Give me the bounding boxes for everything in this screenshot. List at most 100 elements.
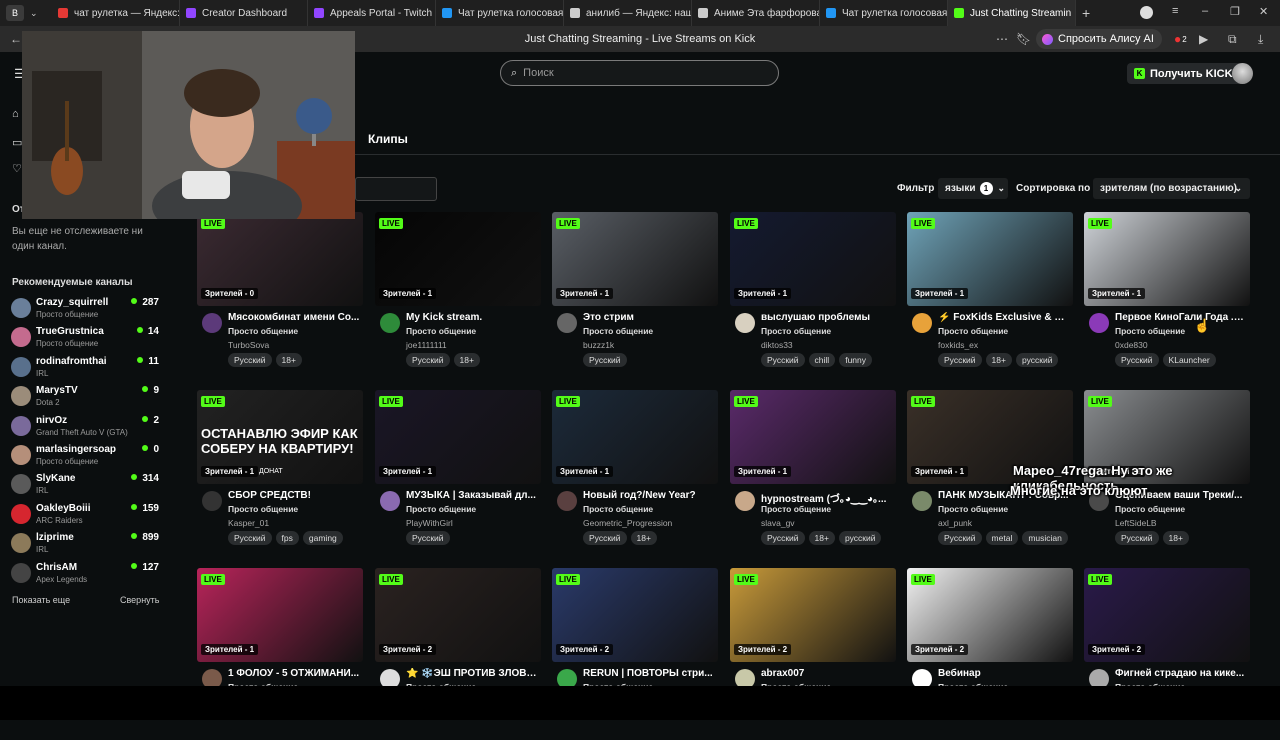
browser-tab[interactable]: анилиб — Яндекс: нашло	[564, 0, 692, 26]
avatar[interactable]	[557, 313, 577, 333]
stream-title[interactable]: МУЗЫКА | Заказывай дл...	[406, 490, 538, 501]
stream-title[interactable]: RERUN | ПОВТОРЫ стри...	[583, 668, 715, 679]
stream-category[interactable]: Просто общение	[228, 504, 298, 514]
languages-dropdown[interactable]: языки 1 ⌄	[938, 178, 1008, 199]
browse-icon[interactable]: ▭	[12, 136, 22, 149]
stream-tag[interactable]: Русский	[938, 531, 982, 545]
stream-tag[interactable]: metal	[985, 531, 1019, 545]
stream-card[interactable]: LIVE Зрителей - 1 ⚡ FoxKids Exclusive & Bo…	[907, 212, 1073, 384]
stream-tag[interactable]: Русский	[406, 353, 450, 367]
stream-tag[interactable]: Русский	[938, 353, 982, 367]
stream-username[interactable]: foxkids_ex	[938, 340, 978, 350]
stream-tag[interactable]: русский	[838, 531, 882, 545]
stream-category[interactable]: Просто общение	[583, 504, 653, 514]
avatar[interactable]	[1089, 313, 1109, 333]
more-icon[interactable]: ⋯	[996, 26, 1008, 52]
stream-title[interactable]: выслушаю проблемы	[761, 312, 893, 323]
extension-icon[interactable]: ● 2	[1174, 26, 1187, 52]
ask-alice-button[interactable]: Спросить Алису AI	[1036, 29, 1162, 49]
get-kicks-button[interactable]: K Получить KICKs	[1127, 63, 1246, 84]
browser-tab[interactable]: Чат рулетка голосовая	[436, 0, 564, 26]
stream-tag[interactable]: Русский	[228, 353, 272, 367]
stream-tag[interactable]: Русский	[228, 531, 272, 545]
stream-username[interactable]: Kasper_01	[228, 518, 269, 528]
tab-list-chevron-icon[interactable]: ⌄	[30, 8, 46, 19]
browser-tab[interactable]: Чат рулетка голосовая	[820, 0, 948, 26]
collapse-button[interactable]: Свернуть	[120, 595, 159, 605]
stream-username[interactable]: PlayWithGirl	[406, 518, 453, 528]
stream-tag[interactable]: 18+	[808, 531, 835, 545]
stream-username[interactable]: buzzz1k	[583, 340, 614, 350]
stream-title[interactable]: hypnostream (づ｡◕‿‿◕｡...	[761, 490, 893, 505]
stream-tag[interactable]: 18+	[1162, 531, 1189, 545]
stream-title[interactable]: abrax007	[761, 668, 893, 679]
stream-card[interactable]: LIVE Зрителей - 1 hypnostream (づ｡◕‿‿◕｡... П…	[730, 390, 896, 562]
profile-icon[interactable]	[1140, 6, 1153, 19]
tab-clips[interactable]: Клипы	[368, 132, 408, 146]
stream-card[interactable]: LIVE Зрителей - 1 МУЗЫКА | Заказывай дл...…	[375, 390, 541, 562]
following-icon[interactable]: ♡	[12, 162, 22, 175]
stream-category[interactable]: Просто общение	[761, 504, 831, 514]
stream-category[interactable]: Просто общение	[228, 326, 298, 336]
stream-tag[interactable]: chill	[808, 353, 836, 367]
stream-title[interactable]: СБОР СРЕДСТВ!	[228, 490, 360, 501]
stream-tag[interactable]: gaming	[302, 531, 343, 545]
stream-title[interactable]: 1 ФОЛОУ - 5 ОТЖИМАНИ...	[228, 668, 360, 679]
stream-tag[interactable]: Русский	[761, 353, 805, 367]
stream-category[interactable]: Просто общение	[406, 326, 476, 336]
stream-tag[interactable]: Русский	[583, 353, 627, 367]
browser-tab[interactable]: Just Chatting Streamin✕	[948, 0, 1076, 26]
sort-dropdown[interactable]: зрителям (по возрастанию) ⌄	[1093, 178, 1250, 199]
yandex-browser-logo[interactable]: В	[6, 5, 24, 21]
menu-icon[interactable]: ≡	[1172, 5, 1178, 17]
stream-title[interactable]: Первое КиноГали Года .с...	[1115, 312, 1247, 323]
stream-tag[interactable]: Русский	[406, 531, 450, 545]
avatar[interactable]	[380, 491, 400, 511]
stream-title[interactable]: ⚡ FoxKids Exclusive & Bo...	[938, 312, 1070, 323]
avatar[interactable]	[380, 313, 400, 333]
stream-title[interactable]: My Kick stream.	[406, 312, 538, 323]
new-tab-button[interactable]: +	[1082, 5, 1090, 21]
back-icon[interactable]: ←	[10, 26, 22, 52]
sidebar-channel-item[interactable]: lziprime IRL 899	[11, 530, 161, 558]
stream-tag[interactable]: Русский	[1115, 353, 1159, 367]
sidebar-channel-item[interactable]: OakleyBoiii ARC Raiders 159	[11, 501, 161, 529]
stream-category[interactable]: Просто общение	[938, 504, 1008, 514]
home-icon[interactable]: ⌂	[12, 108, 19, 120]
stream-tag[interactable]: fps	[275, 531, 299, 545]
stream-title[interactable]: Новый год?/New Year?	[583, 490, 715, 501]
stream-tag[interactable]: musician	[1022, 531, 1068, 545]
stream-title[interactable]: Мясокомбинат имени Со...	[228, 312, 360, 323]
avatar[interactable]	[735, 491, 755, 511]
stream-category[interactable]: Просто общение	[1115, 326, 1185, 336]
stream-tag[interactable]: 18+	[630, 531, 657, 545]
browser-tab[interactable]: Appeals Portal - Twitch	[308, 0, 436, 26]
stream-username[interactable]: diktos33	[761, 340, 793, 350]
close-tab-icon[interactable]: ✕	[1075, 8, 1076, 19]
stream-title[interactable]: ⭐ ❄️ЭШ ПРОТИВ ЗЛОВЕ...	[406, 668, 538, 679]
stream-username[interactable]: TurboSova	[228, 340, 269, 350]
stream-tag[interactable]: 18+	[985, 353, 1012, 367]
stream-tag[interactable]: 18+	[453, 353, 480, 367]
sidebar-channel-item[interactable]: SlyKane IRL 314	[11, 471, 161, 499]
stream-username[interactable]: axl_punk	[938, 518, 972, 528]
stream-username[interactable]: slava_gv	[761, 518, 795, 528]
stream-title[interactable]: Фигней страдаю на кике...	[1115, 668, 1247, 679]
avatar[interactable]	[202, 313, 222, 333]
browser-tab[interactable]: Creator Dashboard	[180, 0, 308, 26]
stream-tag[interactable]: 18+	[275, 353, 302, 367]
stream-tag[interactable]: русский	[1015, 353, 1059, 367]
bookmark-icon[interactable]: 🔖︎	[1016, 26, 1031, 52]
sidebar-channel-item[interactable]: Crazy_squirrell Просто общение 287	[11, 295, 161, 323]
stream-category[interactable]: Просто общение	[938, 326, 1008, 336]
media-icon[interactable]: ▶	[1199, 26, 1208, 52]
stream-card[interactable]: LIVE Зрителей - 1 Первое КиноГали Года .с.…	[1084, 212, 1250, 384]
stream-tag[interactable]: funny	[839, 353, 872, 367]
restore-icon[interactable]: ❐	[1230, 5, 1240, 18]
stream-username[interactable]: Geometric_Progression	[583, 518, 672, 528]
stream-card[interactable]: LIVE Зрителей - 1 СБОР СРЕДСТВ! Просто обще…	[197, 390, 363, 562]
browser-tab[interactable]: Аниме Эта фарфоровая	[692, 0, 820, 26]
stream-category[interactable]: Просто общение	[761, 326, 831, 336]
sidebar-channel-item[interactable]: nirvOz Grand Theft Auto V (GTA) 2	[11, 413, 161, 441]
stream-title[interactable]: Это стрим	[583, 312, 715, 323]
